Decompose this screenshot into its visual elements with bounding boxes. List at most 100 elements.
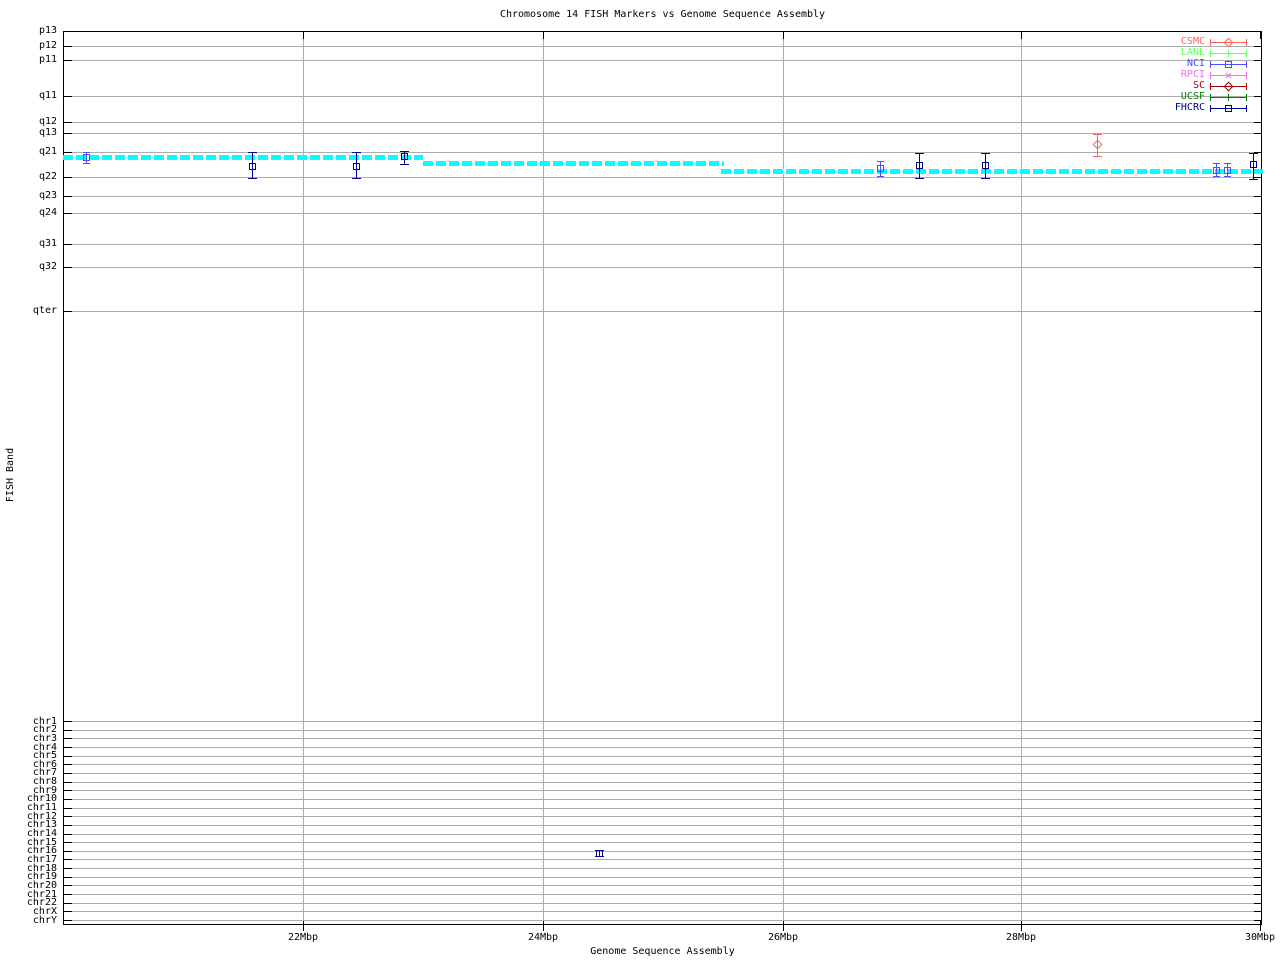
legend-sample-cap [1210, 83, 1211, 90]
marker-errorbar-cap [352, 178, 361, 179]
legend-sample-cap [1210, 94, 1211, 101]
band-tick-left [64, 133, 72, 134]
marker-errorbar-cap [352, 152, 361, 153]
nci-marker [83, 154, 90, 161]
legend-sample-cap [1246, 61, 1247, 68]
chr-gridline [64, 859, 1261, 861]
chr-tick-left [64, 807, 72, 809]
chr-tick-right [1254, 902, 1262, 904]
fhcrc-marker [353, 163, 360, 170]
band-label: q23 [38, 190, 57, 201]
band-label: q31 [38, 238, 57, 249]
band-tick-right [1254, 46, 1262, 47]
chr-tick-right [1254, 781, 1262, 783]
band-gridline [64, 177, 1261, 178]
chr-tick-right [1254, 764, 1262, 766]
chr-tick-right [1254, 894, 1262, 895]
chr-gridline [64, 902, 1261, 904]
assembly-segment [423, 161, 724, 166]
band-tick-left [64, 96, 72, 97]
fhcrc-marker [596, 850, 603, 857]
chr-tick-right [1254, 807, 1262, 809]
band-tick-right [1254, 60, 1262, 61]
marker-errorbar-cap [981, 153, 990, 154]
chr-gridline [64, 824, 1261, 826]
marker-errorbar-cap [248, 178, 257, 179]
chr-tick-right [1254, 747, 1262, 748]
marker-errorbar-cap [248, 152, 257, 153]
band-tick-right [1254, 96, 1262, 97]
band-tick-left [64, 267, 72, 268]
band-label: q24 [38, 207, 57, 218]
chr-gridline [64, 721, 1261, 722]
marker-errorbar-cap [1093, 156, 1102, 157]
legend-sample-cap [1210, 72, 1211, 79]
band-tick-right [1254, 244, 1262, 245]
chr-tick-right [1254, 772, 1262, 774]
chr-gridline [64, 876, 1261, 878]
band-gridline [64, 96, 1261, 97]
band-tick-right [1254, 311, 1262, 312]
chr-gridline [64, 833, 1261, 835]
chr-tick-left [64, 911, 72, 913]
x-tick-top [303, 32, 304, 39]
band-tick-left [64, 152, 72, 153]
legend-sample-cap [1210, 50, 1211, 57]
chr-tick-left [64, 920, 72, 921]
chr-tick-right [1254, 876, 1262, 878]
band-tick-left [64, 196, 72, 197]
marker-errorbar-cap [400, 164, 409, 165]
chr-gridline [64, 894, 1261, 895]
marker-errorbar-cap [877, 161, 884, 162]
chr-tick-right [1254, 824, 1262, 826]
chr-tick-right [1254, 833, 1262, 835]
band-label: p13 [38, 25, 57, 36]
band-tick-right [1254, 196, 1262, 197]
x-tick-label: 28Mbp [1005, 932, 1037, 943]
chr-tick-left [64, 781, 72, 783]
legend-sample-cap [1210, 39, 1211, 46]
chr-tick-left [64, 721, 72, 722]
marker-errorbar-cap [83, 152, 90, 153]
chr-tick-left [64, 772, 72, 774]
legend-sample-cap [1246, 72, 1247, 79]
legend-sample-marker [1225, 105, 1232, 112]
fhcrc-marker [916, 162, 923, 169]
x-tick-bottom [1021, 921, 1022, 931]
chr-tick-right [1254, 885, 1262, 887]
chr-gridline [64, 842, 1261, 844]
marker-errorbar-cap [981, 178, 990, 179]
band-tick-right [1254, 177, 1262, 178]
chr-gridline [64, 816, 1261, 818]
marker-errorbar-cap [83, 163, 90, 164]
marker-errorbar-cap [1213, 176, 1220, 177]
marker-errorbar-cap [1249, 179, 1258, 180]
chr-tick-right [1254, 920, 1262, 921]
chr-tick-left [64, 885, 72, 887]
band-label: p12 [38, 40, 57, 51]
x-tick-top [783, 32, 784, 39]
band-gridline [64, 133, 1261, 134]
legend-label: RPCI [1180, 69, 1205, 80]
marker-errorbar-cap [1224, 176, 1231, 177]
fhcrc-marker [401, 153, 408, 160]
band-label: q32 [38, 261, 57, 272]
band-gridline [64, 196, 1261, 197]
chr-tick-left [64, 868, 72, 870]
x-tick-bottom [303, 921, 304, 931]
marker-errorbar-cap [1224, 163, 1231, 164]
legend-sample-cap [1246, 39, 1247, 46]
band-label: q12 [38, 116, 57, 127]
chr-tick-right [1254, 859, 1262, 861]
marker-errorbar-cap [1093, 134, 1102, 135]
marker-errorbar-cap [915, 178, 924, 179]
x-tick-label: 26Mbp [767, 932, 799, 943]
legend-sample-cap [1246, 50, 1247, 57]
band-label: q11 [38, 90, 57, 101]
chr-gridline [64, 850, 1261, 852]
x-tick-label: 30Mbp [1244, 932, 1276, 943]
chr-tick-left [64, 764, 72, 766]
chr-tick-left [64, 747, 72, 748]
chr-gridline [64, 747, 1261, 748]
x-tick-top [1260, 32, 1261, 39]
